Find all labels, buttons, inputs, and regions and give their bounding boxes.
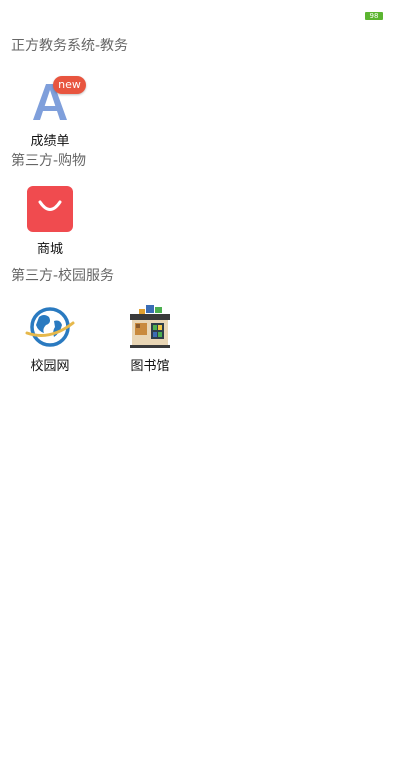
app-label: 图书馆 (130, 359, 170, 374)
battery-indicator: 98 (365, 12, 383, 20)
app-label: 校园网 (30, 359, 70, 374)
library-building-icon (130, 305, 170, 348)
app-library[interactable]: 图书馆 (110, 303, 190, 375)
app-mall[interactable]: 商城 (10, 186, 90, 258)
section-title-jiaowu: 正方教务系统-教务 (11, 38, 129, 54)
app-transcript[interactable]: new 成绩单 (10, 76, 90, 150)
app-icon-container (26, 186, 74, 234)
shopping-bag-icon (27, 186, 73, 232)
app-label: 成绩单 (30, 134, 70, 149)
app-icon-container (126, 303, 174, 351)
section-title-shopping: 第三方-购物 (11, 153, 87, 169)
status-bar: 98 (0, 0, 400, 26)
app-icon-container: new (26, 76, 86, 126)
app-label: 商城 (36, 242, 63, 257)
new-badge: new (53, 76, 86, 94)
app-page: 98 正方教务系统-教务 new 成绩单 第三方-购物 商城 第三方-校园服务 (0, 0, 400, 775)
app-campus-network[interactable]: 校园网 (10, 303, 90, 375)
section-title-campus: 第三方-校园服务 (11, 268, 115, 284)
app-icon-container (25, 303, 75, 351)
globe-icon (25, 307, 75, 347)
